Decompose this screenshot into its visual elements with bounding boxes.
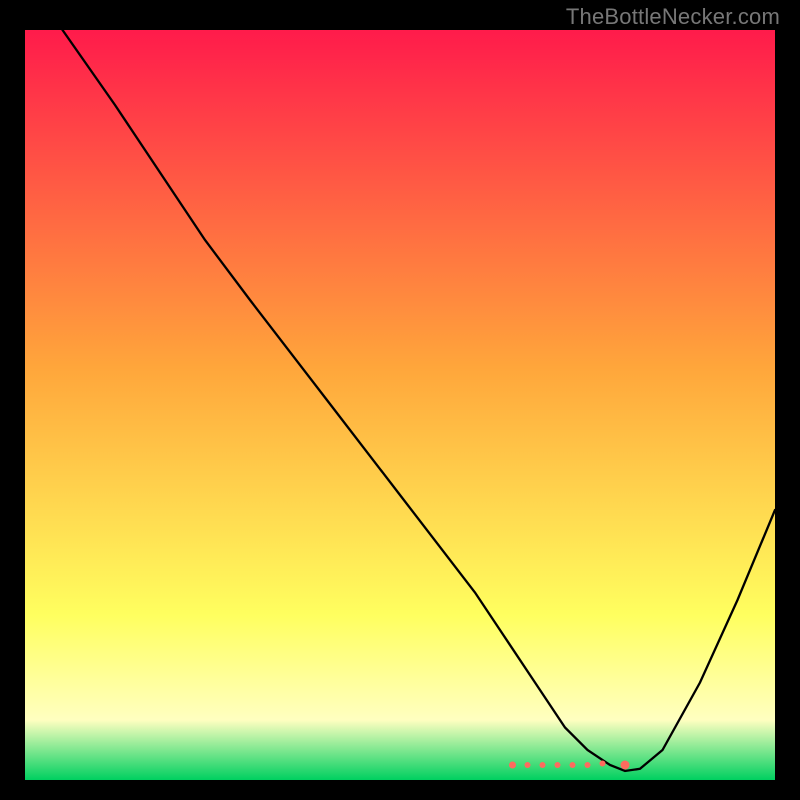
marker-dot [585, 762, 591, 768]
watermark-text: TheBottleNecker.com [566, 4, 780, 30]
marker-dot [509, 762, 516, 769]
marker-dot [570, 762, 576, 768]
chart-frame: TheBottleNecker.com [0, 0, 800, 800]
marker-dot [621, 761, 630, 770]
marker-dot [540, 762, 546, 768]
chart-svg [25, 30, 775, 780]
marker-dot [600, 761, 606, 767]
marker-dot [525, 762, 531, 768]
marker-dot [555, 762, 561, 768]
plot-area [25, 30, 775, 780]
gradient-background [25, 30, 775, 780]
